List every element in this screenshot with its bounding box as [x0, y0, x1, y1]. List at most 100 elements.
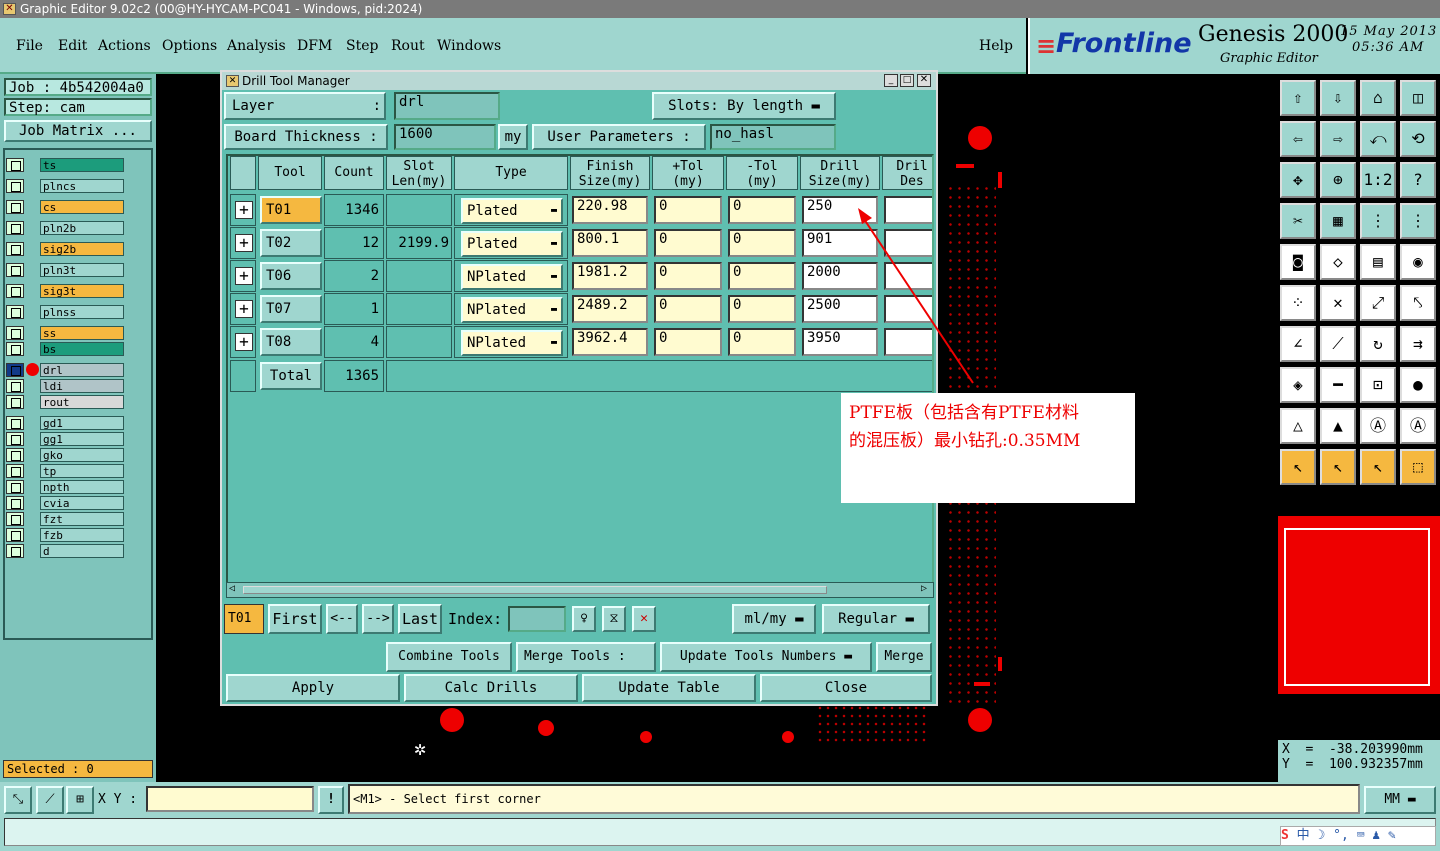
- cut-icon[interactable]: ✂: [1280, 203, 1316, 239]
- menu-windows[interactable]: Windows: [437, 38, 501, 54]
- layer-row[interactable]: pln3t: [6, 263, 124, 277]
- tool-cell[interactable]: T01: [260, 196, 322, 224]
- layer-checkbox[interactable]: [6, 464, 24, 478]
- layer-checkbox[interactable]: [6, 379, 24, 393]
- minus-tol-input[interactable]: 0: [728, 262, 796, 290]
- layer-checkbox[interactable]: [6, 284, 24, 298]
- redo-icon[interactable]: ⟲: [1400, 121, 1436, 157]
- snap-red2-icon[interactable]: ⋮: [1400, 203, 1436, 239]
- merge-button[interactable]: Merge: [876, 642, 932, 672]
- layer-row[interactable]: cvia: [6, 496, 124, 510]
- home-icon[interactable]: ⌂: [1360, 80, 1396, 116]
- snap-red-icon[interactable]: ⋮: [1360, 203, 1396, 239]
- cancel-icon[interactable]: ✕: [632, 606, 656, 632]
- unit-selector[interactable]: MM ▬: [1364, 786, 1436, 814]
- left-icon[interactable]: ⇦: [1280, 121, 1316, 157]
- expand-plus-icon[interactable]: +: [235, 201, 253, 219]
- menu-analysis[interactable]: Analysis: [227, 38, 286, 54]
- type-selector[interactable]: Plated ▬: [461, 198, 563, 224]
- combine-tools-button[interactable]: Combine Tools: [386, 642, 512, 672]
- layer-checkbox[interactable]: [6, 179, 24, 193]
- layer-checkbox[interactable]: [6, 342, 24, 356]
- finish-size-input[interactable]: 3962.4: [572, 328, 648, 356]
- grid-icon[interactable]: ▦: [1320, 203, 1356, 239]
- layer-checkbox[interactable]: [6, 448, 24, 462]
- expand-plus-icon[interactable]: +: [235, 333, 253, 351]
- horizontal-scrollbar[interactable]: ◁ ▷: [226, 582, 934, 598]
- first-button[interactable]: First: [268, 604, 322, 634]
- select2-icon[interactable]: ↖: [1320, 449, 1356, 485]
- a-icon[interactable]: Ⓐ: [1360, 408, 1396, 444]
- angle-icon[interactable]: ∠: [1280, 326, 1316, 362]
- overview-map[interactable]: [1278, 516, 1440, 694]
- tri2-icon[interactable]: ▲: [1320, 408, 1356, 444]
- scale-icon[interactable]: 1:2: [1360, 162, 1396, 198]
- layer-row[interactable]: tp: [6, 464, 124, 478]
- minus-tol-input[interactable]: 0: [728, 229, 796, 257]
- rotate-icon[interactable]: ↻: [1360, 326, 1396, 362]
- layer-row[interactable]: gg1: [6, 432, 124, 446]
- scroll-left-icon[interactable]: ◁: [229, 583, 235, 594]
- route-icon[interactable]: ⬚: [1400, 449, 1436, 485]
- xy-input[interactable]: [146, 786, 314, 812]
- user-parameters-field[interactable]: no_hasl: [710, 124, 836, 150]
- fit-icon[interactable]: ✥: [1280, 162, 1316, 198]
- flip-icon[interactable]: ⇉: [1400, 326, 1436, 362]
- mode-selector[interactable]: Regular ▬: [822, 604, 930, 634]
- slots-selector[interactable]: Slots: By length ▬: [652, 92, 836, 120]
- ime-toolbar[interactable]: S 中 ☽ °, ⌨ ♟ ✎: [1280, 826, 1436, 846]
- circle-icon[interactable]: ●: [1400, 367, 1436, 403]
- layer-row[interactable]: rout: [6, 395, 124, 409]
- window-icon[interactable]: ◫: [1400, 80, 1436, 116]
- menu-help[interactable]: Help: [979, 38, 1013, 54]
- finish-size-input[interactable]: 1981.2: [572, 262, 648, 290]
- measure-icon[interactable]: ⟋: [36, 786, 64, 814]
- layer-row[interactable]: sig2b: [6, 242, 124, 256]
- prev-button[interactable]: <--: [326, 604, 358, 634]
- minus-tol-input[interactable]: 0: [728, 196, 796, 224]
- layer-checkbox[interactable]: [6, 432, 24, 446]
- menu-file[interactable]: File: [16, 38, 43, 54]
- dot-icon[interactable]: ◉: [1400, 244, 1436, 280]
- scroll-right-icon[interactable]: ▷: [921, 583, 927, 594]
- expand-plus-icon[interactable]: +: [235, 300, 253, 318]
- help-icon[interactable]: ?: [1400, 162, 1436, 198]
- layer-checkbox[interactable]: [6, 544, 24, 558]
- board-thickness-field[interactable]: 1600: [394, 124, 496, 150]
- box-icon[interactable]: ⊡: [1360, 367, 1396, 403]
- layer-row[interactable]: npth: [6, 480, 124, 494]
- layer-row[interactable]: plncs: [6, 179, 124, 193]
- units-selector[interactable]: ml/my ▬: [732, 604, 816, 634]
- layer-row[interactable]: gd1: [6, 416, 124, 430]
- minus-tol-input[interactable]: 0: [728, 295, 796, 323]
- layer-row[interactable]: fzt: [6, 512, 124, 526]
- type-selector[interactable]: NPlated ▬: [461, 330, 563, 356]
- line-icon[interactable]: ⤢: [1360, 285, 1396, 321]
- import-icon[interactable]: ⇧: [1280, 80, 1316, 116]
- bar-icon[interactable]: ━: [1320, 367, 1356, 403]
- finish-size-input[interactable]: 800.1: [572, 229, 648, 257]
- close-icon[interactable]: ✕: [917, 74, 931, 87]
- layer-row[interactable]: ldi: [6, 379, 124, 393]
- close-button[interactable]: Close: [760, 674, 932, 702]
- hourglass-icon[interactable]: ⧖: [602, 606, 626, 632]
- layer-checkbox[interactable]: [6, 200, 24, 214]
- tool-cell[interactable]: T07: [260, 295, 322, 323]
- layer-checkbox[interactable]: [6, 305, 24, 319]
- layer-checkbox[interactable]: [6, 480, 24, 494]
- layer-row[interactable]: plnss: [6, 305, 124, 319]
- apply-button[interactable]: Apply: [226, 674, 400, 702]
- plus-tol-input[interactable]: 0: [654, 328, 722, 356]
- layer-checkbox[interactable]: [6, 326, 24, 340]
- tool-cell[interactable]: T02: [260, 229, 322, 257]
- menu-rout[interactable]: Rout: [391, 38, 425, 54]
- minus-tol-input[interactable]: 0: [728, 328, 796, 356]
- layer-checkbox[interactable]: [6, 363, 24, 377]
- layer-checkbox[interactable]: [6, 263, 24, 277]
- snap-grid-icon[interactable]: ⊞: [66, 786, 94, 814]
- plus-tol-input[interactable]: 0: [654, 262, 722, 290]
- center-icon[interactable]: ⊕: [1320, 162, 1356, 198]
- menu-options[interactable]: Options: [162, 38, 217, 54]
- layer-checkbox[interactable]: [6, 528, 24, 542]
- job-matrix-button[interactable]: Job Matrix ...: [4, 120, 152, 142]
